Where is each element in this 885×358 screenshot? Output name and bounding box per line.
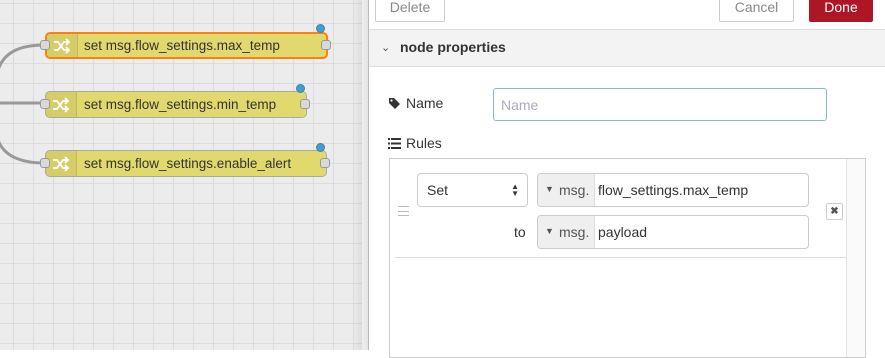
tag-icon — [389, 97, 400, 109]
rule-source-input[interactable]: ▼ msg. payload — [537, 215, 809, 249]
flow-node-enable-alert[interactable]: set msg.flow_settings.enable_alert — [45, 150, 327, 177]
close-icon: ✖ — [830, 206, 839, 217]
rules-label-text: Rules — [406, 135, 442, 151]
delete-button[interactable]: Delete — [375, 0, 445, 22]
source-value[interactable]: payload — [598, 224, 647, 240]
output-port[interactable] — [300, 99, 310, 109]
type-selector-button[interactable]: ▼ msg. — [538, 174, 595, 206]
input-port[interactable] — [40, 158, 50, 168]
remove-rule-button[interactable]: ✖ — [826, 203, 843, 220]
changed-indicator — [296, 84, 305, 93]
output-port[interactable] — [321, 40, 331, 50]
name-label: Name — [388, 95, 443, 111]
list-icon — [388, 137, 401, 149]
shuffle-icon — [46, 92, 77, 117]
flow-node-min-temp[interactable]: set msg.flow_settings.min_temp — [45, 91, 307, 118]
cancel-button[interactable]: Cancel — [719, 0, 794, 22]
node-label: set msg.flow_settings.max_temp — [84, 38, 280, 53]
node-label: set msg.flow_settings.min_temp — [84, 97, 277, 112]
rules-list[interactable]: Set ▲ ▼ ▼ msg. flow_settings.max_temp to … — [389, 158, 866, 358]
output-port[interactable] — [320, 158, 330, 168]
input-port[interactable] — [40, 99, 50, 109]
rule-action-select[interactable]: Set ▲ ▼ — [417, 173, 528, 207]
name-input[interactable] — [493, 88, 827, 121]
rule-divider — [395, 257, 846, 258]
rule-action-value: Set — [427, 182, 449, 198]
changed-indicator — [316, 24, 325, 33]
rules-label: Rules — [388, 135, 442, 151]
type-prefix: msg. — [559, 182, 590, 198]
caret-down-icon: ▼ — [545, 226, 554, 236]
drag-handle-icon[interactable] — [398, 206, 409, 216]
input-port[interactable] — [40, 40, 50, 50]
section-title: node properties — [400, 39, 506, 55]
node-label: set msg.flow_settings.enable_alert — [84, 156, 292, 171]
shuffle-icon — [47, 34, 78, 57]
shuffle-icon — [46, 151, 77, 176]
panel-shadow — [352, 0, 368, 350]
type-prefix: msg. — [559, 224, 590, 240]
rules-scrollbar[interactable] — [846, 159, 865, 357]
name-label-text: Name — [406, 95, 444, 111]
wire — [0, 140, 46, 165]
caret-down-icon: ▼ — [545, 184, 554, 194]
wire — [0, 43, 46, 70]
done-button[interactable]: Done — [809, 0, 873, 22]
select-arrows-icon: ▲ ▼ — [511, 182, 519, 198]
rule-target-input[interactable]: ▼ msg. flow_settings.max_temp — [537, 173, 809, 207]
flow-canvas[interactable]: set msg.flow_settings.max_temp set msg.f… — [0, 0, 362, 350]
to-label: to — [514, 224, 526, 240]
node-properties-header[interactable]: ⌄ node properties — [369, 29, 885, 67]
flow-node-max-temp[interactable]: set msg.flow_settings.max_temp — [45, 32, 328, 59]
chevron-down-icon: ⌄ — [381, 42, 391, 54]
node-edit-panel: Delete Cancel Done ⌄ node properties Nam… — [368, 0, 885, 358]
type-selector-button[interactable]: ▼ msg. — [538, 216, 595, 248]
changed-indicator — [316, 143, 325, 152]
target-value[interactable]: flow_settings.max_temp — [598, 182, 748, 198]
